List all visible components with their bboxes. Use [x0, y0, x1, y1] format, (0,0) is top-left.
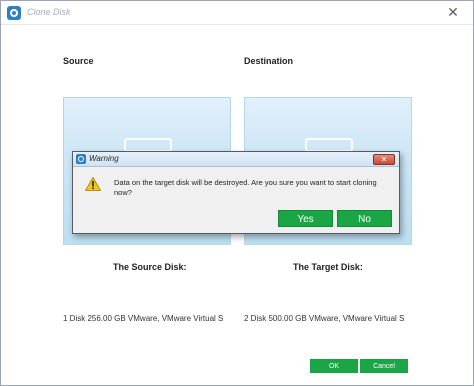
target-disk-info: 2 Disk 500.00 GB VMware, VMware Virtual … [244, 314, 405, 323]
warning-icon [85, 177, 101, 191]
dialog-message: Data on the target disk will be destroye… [114, 178, 377, 197]
target-disk-title: The Target Disk: [293, 262, 363, 272]
destination-label: Destination [244, 56, 294, 66]
warning-dialog: Warning ✕ Data on the target disk will b… [72, 151, 400, 234]
disk-icon [124, 138, 172, 152]
yes-button[interactable]: Yes [278, 210, 333, 227]
window-title: Clone Disk [27, 7, 71, 17]
disk-icon [305, 138, 353, 152]
source-label: Source [63, 56, 94, 66]
cancel-button[interactable]: Cancel [360, 359, 408, 373]
no-button[interactable]: No [337, 210, 392, 227]
window-close-icon[interactable]: ✕ [443, 3, 463, 21]
source-disk-info: 1 Disk 256.00 GB VMware, VMware Virtual … [63, 314, 224, 323]
dialog-titlebar: Warning ✕ [73, 152, 399, 167]
dialog-close-button[interactable]: ✕ [373, 154, 395, 165]
app-icon [7, 6, 21, 20]
source-disk-title: The Source Disk: [113, 262, 187, 272]
ok-button[interactable]: OK [310, 359, 358, 373]
dialog-title: Warning [89, 154, 119, 163]
window-titlebar: Clone Disk ✕ [1, 1, 473, 25]
app-icon [76, 154, 86, 164]
